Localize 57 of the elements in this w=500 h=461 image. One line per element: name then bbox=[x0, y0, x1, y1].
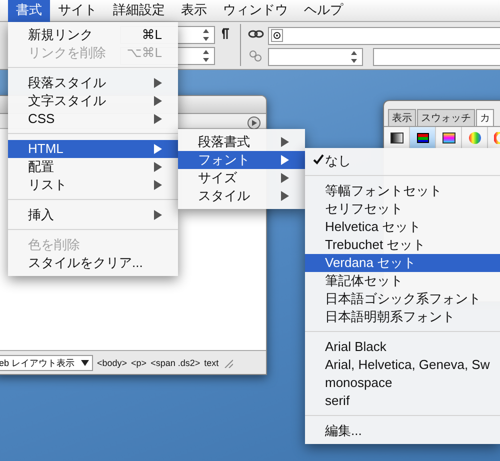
color-mode-icon[interactable] bbox=[442, 132, 456, 144]
menu-bar-item[interactable]: ヘルプ bbox=[296, 0, 351, 22]
menu-item[interactable]: スタイル bbox=[178, 187, 305, 205]
menu-item[interactable]: Arial Black bbox=[305, 338, 500, 356]
palette-tab[interactable]: カ bbox=[476, 109, 494, 126]
menu-item[interactable]: サイズ bbox=[178, 169, 305, 187]
menu-bar-item[interactable]: 書式 bbox=[8, 0, 50, 22]
menu-item[interactable]: 文字スタイル bbox=[8, 92, 178, 110]
text-field[interactable] bbox=[373, 48, 500, 66]
stepper-icon[interactable] bbox=[200, 27, 212, 43]
dropdown-field[interactable] bbox=[268, 48, 363, 66]
link-icon[interactable] bbox=[248, 30, 264, 38]
menu-item[interactable]: 配置 bbox=[8, 158, 178, 176]
color-mode-icon[interactable] bbox=[468, 132, 482, 144]
menu-item[interactable]: 等幅フォントセット bbox=[305, 182, 500, 200]
menu-bar-item[interactable]: 詳細設定 bbox=[105, 0, 173, 22]
tag-path-item[interactable]: <body> bbox=[97, 358, 128, 368]
menu-item[interactable]: セリフセット bbox=[305, 200, 500, 218]
tag-path-item[interactable]: <p> bbox=[131, 358, 147, 368]
stepper-icon[interactable] bbox=[348, 49, 360, 65]
menu-item[interactable]: HTML bbox=[8, 140, 178, 158]
menu-item[interactable]: フォント bbox=[178, 151, 305, 169]
stepper-icon[interactable] bbox=[200, 48, 212, 64]
menu-item[interactable]: 段落スタイル bbox=[8, 74, 178, 92]
menu-bar-item[interactable]: 表示 bbox=[173, 0, 215, 22]
menu-item[interactable]: 新規リンク ⌘L bbox=[8, 26, 178, 44]
menu-item[interactable]: Helvetica セット bbox=[305, 218, 500, 236]
menu-item[interactable]: Arial, Helvetica, Geneva, Sw bbox=[305, 356, 500, 374]
menu-bar-item[interactable]: サイト bbox=[50, 0, 105, 22]
menu-item[interactable]: スタイルをクリア... bbox=[8, 254, 178, 272]
menu-item[interactable]: CSS bbox=[8, 110, 178, 128]
link-field[interactable] bbox=[268, 27, 500, 45]
menu-bar-item[interactable]: ウィンドウ bbox=[215, 0, 296, 22]
menu-item[interactable]: 編集... bbox=[305, 422, 500, 440]
resize-grip-icon[interactable] bbox=[222, 358, 233, 368]
menu-item[interactable]: monospace bbox=[305, 374, 500, 392]
color-mode-icon[interactable] bbox=[416, 132, 430, 144]
menu-item[interactable]: 日本語ゴシック系フォント bbox=[305, 290, 500, 308]
menu-item[interactable]: 筆記体セット bbox=[305, 272, 500, 290]
menu-item[interactable]: なし bbox=[305, 152, 500, 170]
submenu-arrow-icon bbox=[154, 210, 162, 220]
tag-path-item[interactable]: <span .ds2> bbox=[150, 358, 200, 368]
dropdown-arrow-icon bbox=[81, 360, 89, 366]
tag-path-item[interactable]: text bbox=[204, 358, 219, 368]
menu-item[interactable]: Trebuchet セット bbox=[305, 236, 500, 254]
menu-item[interactable]: 挿入 bbox=[8, 206, 178, 224]
menu-item[interactable]: serif bbox=[305, 392, 500, 410]
menu-item[interactable]: 段落書式 bbox=[178, 133, 305, 151]
menu-item[interactable]: リスト bbox=[8, 176, 178, 194]
checkmark-icon bbox=[313, 154, 324, 165]
anchor-icon[interactable] bbox=[249, 50, 263, 62]
palette-tab[interactable]: スウォッチ bbox=[417, 109, 475, 126]
menu-item[interactable]: 日本語明朝系フォント bbox=[305, 308, 500, 326]
menu-item[interactable]: Verdana セット bbox=[305, 254, 500, 272]
palette-tab[interactable]: 表示 bbox=[388, 109, 416, 126]
point-file-icon[interactable] bbox=[271, 29, 283, 42]
color-mode-icon[interactable] bbox=[390, 132, 404, 144]
